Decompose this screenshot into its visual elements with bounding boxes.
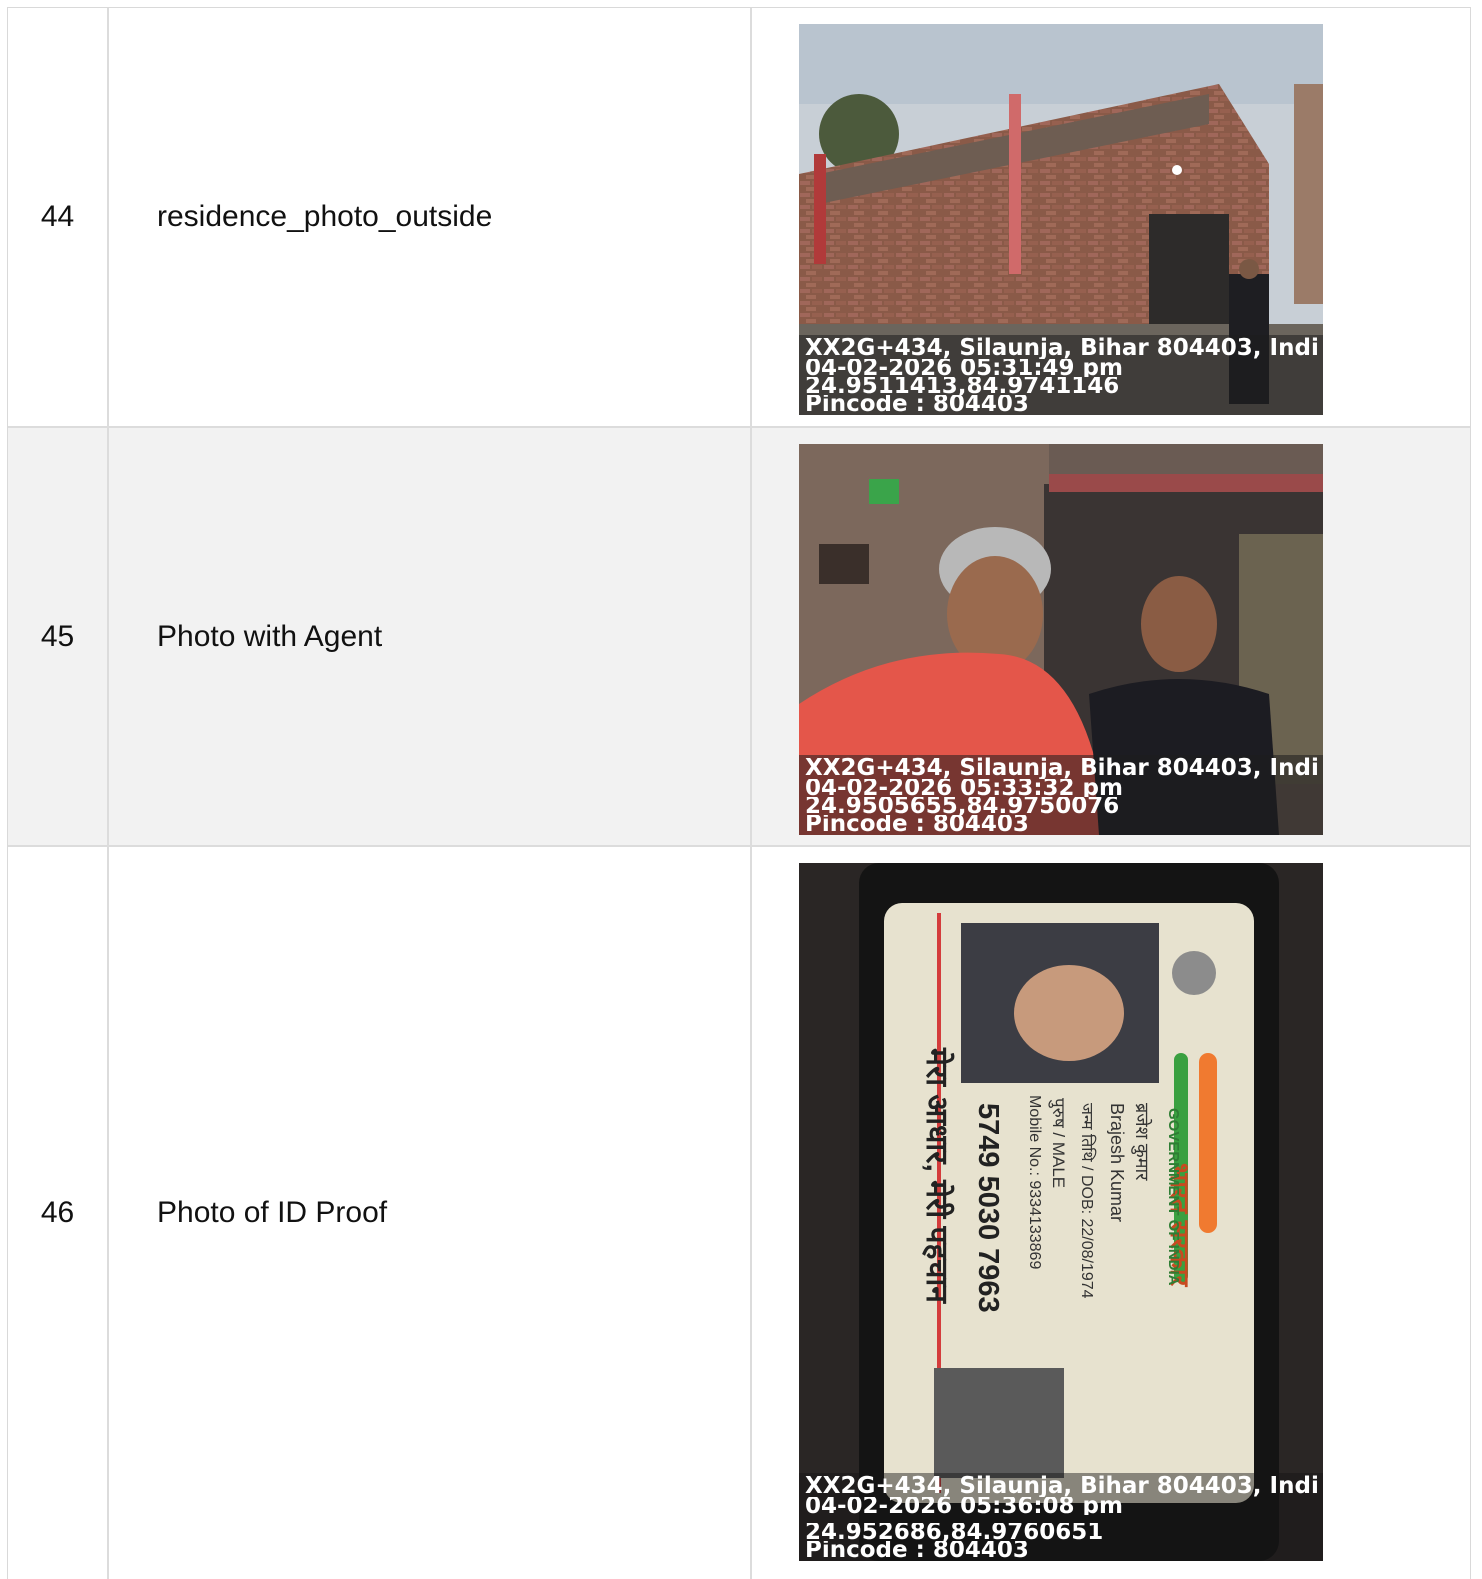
geotag-coordinates: 24.9511413,84.9741146 [805, 377, 1120, 395]
table-row: 46 Photo of ID Proof भारत सरकार GOVERNME… [8, 847, 1470, 1579]
row-index: 46 [8, 847, 109, 1579]
id-gender: पुरुष / MALE [1049, 1098, 1068, 1189]
photo-geotag: XX2G+434, Silaunja, Bihar 804403, India … [799, 335, 1323, 415]
id-mobile: Mobile No.: 9334133869 [1026, 1095, 1043, 1270]
agent-photo[interactable]: XX2G+434, Silaunja, Bihar 804403, India … [799, 444, 1323, 835]
residence-photo[interactable]: XX2G+434, Silaunja, Bihar 804403, India … [799, 24, 1323, 415]
id-issuer-english: GOVERNMENT OF INDIA [1165, 1108, 1182, 1286]
photo-geotag: XX2G+434, Silaunja, Bihar 804403, India … [799, 1473, 1323, 1561]
geotag-address: XX2G+434, Silaunja, Bihar 804403, India … [805, 1475, 1317, 1497]
geotag-pincode: Pincode : 804403 [805, 395, 1029, 413]
geotag-address: XX2G+434, Silaunja, Bihar 804403, India … [805, 337, 1317, 359]
row-label: residence_photo_outside [109, 8, 752, 426]
id-name-hindi: ब्रजेश कुमार [1132, 1103, 1152, 1181]
geotag-pincode: Pincode : 804403 [805, 1541, 1029, 1559]
id-number: 5749 5030 7963 [972, 1103, 1004, 1313]
row-index: 44 [8, 8, 109, 426]
id-name-english: Brajesh Kumar [1107, 1103, 1127, 1223]
photo-table: 44 residence_photo_outside XX2G+434, Sil… [7, 7, 1471, 1579]
photo-geotag: XX2G+434, Silaunja, Bihar 804403, India … [799, 755, 1323, 835]
id-dob: जन्म तिथि / DOB: 22/08/1974 [1078, 1103, 1095, 1299]
photo-cell: XX2G+434, Silaunja, Bihar 804403, India … [752, 8, 1470, 426]
geotag-pincode: Pincode : 804403 [805, 815, 1029, 833]
row-label: Photo with Agent [109, 428, 752, 845]
row-label: Photo of ID Proof [109, 847, 752, 1579]
geotag-datetime: 04-02-2026 05:31:49 pm [805, 359, 1123, 377]
photo-cell: XX2G+434, Silaunja, Bihar 804403, India … [752, 428, 1470, 845]
photo-cell: भारत सरकार GOVERNMENT OF INDIA ब्रजेश कु… [752, 847, 1470, 1579]
id-tagline: मेरा आधार, मेरी पहचान [920, 1048, 953, 1303]
row-index: 45 [8, 428, 109, 845]
table-row: 44 residence_photo_outside XX2G+434, Sil… [8, 8, 1470, 428]
table-row: 45 Photo with Agent XX2G+434, Silaunja, … [8, 428, 1470, 847]
geotag-datetime: 04-02-2026 05:33:32 pm [805, 779, 1123, 797]
geotag-coordinates: 24.952686,84.9760651 [805, 1523, 1104, 1541]
geotag-datetime: 04-02-2026 05:36:08 pm [805, 1497, 1123, 1515]
geotag-address: XX2G+434, Silaunja, Bihar 804403, India … [805, 757, 1317, 779]
id-proof-photo[interactable]: भारत सरकार GOVERNMENT OF INDIA ब्रजेश कु… [799, 863, 1323, 1561]
geotag-coordinates: 24.9505655,84.9750076 [805, 797, 1120, 815]
